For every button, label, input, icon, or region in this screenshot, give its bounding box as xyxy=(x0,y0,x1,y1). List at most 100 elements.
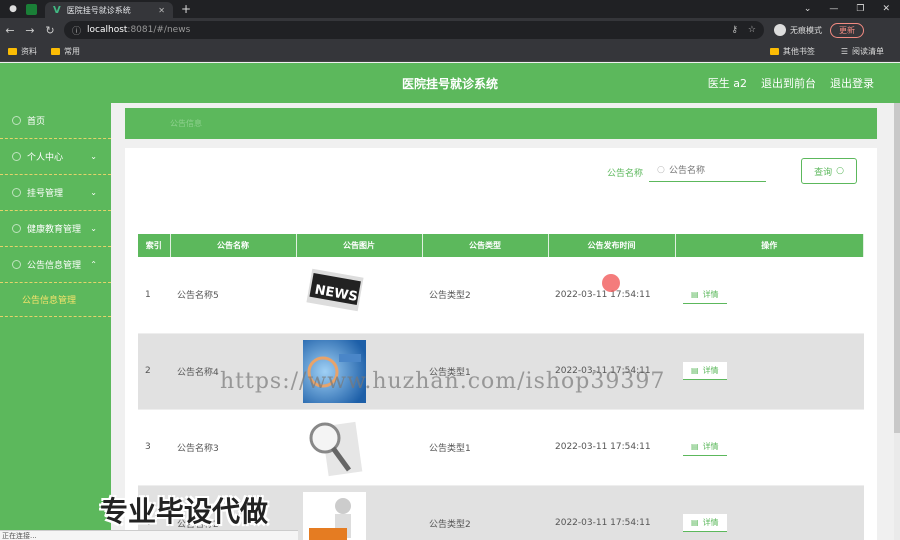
detail-button-label: 详情 xyxy=(702,518,719,527)
bell-icon xyxy=(12,260,21,269)
bookmarks-bar: 资料 常用 其他书签 ☰ 阅读清单 xyxy=(0,42,900,62)
new-tab-icon[interactable]: + xyxy=(181,2,191,16)
profile-label: 无痕模式 xyxy=(790,25,822,35)
bookmark-label: 常用 xyxy=(64,47,80,56)
bookmark-label: 其他书签 xyxy=(782,47,815,56)
table-row: 1 公告名称5 NEWS 公告类型2 2022-03-11 17:54:11 ▤… xyxy=(138,257,864,334)
table-row: 2 公告名称4 公告类型1 2022-03-11 17:54:11 ▤ 详情 xyxy=(138,333,864,410)
cell-type: 公告类型1 xyxy=(422,409,548,486)
incognito-icon xyxy=(774,24,786,36)
cell-image xyxy=(296,333,422,410)
url-field[interactable]: ⓘ localhost :8081/#/news ⚷ ☆ xyxy=(64,21,764,39)
cell-name: 公告名称5 xyxy=(170,257,296,334)
page-scrollbar[interactable] xyxy=(894,103,900,540)
bookmark-folder-changyong[interactable]: 常用 xyxy=(51,46,80,57)
cell-actions: ▤ 详情 xyxy=(675,485,864,540)
breadcrumb: 公告信息 xyxy=(125,108,877,139)
key-icon[interactable]: ⚷ xyxy=(731,25,738,35)
sidebar-item-announcements[interactable]: 公告信息管理 ⌃ xyxy=(0,247,111,283)
search-input[interactable] xyxy=(649,160,766,182)
vue-logo-icon: V xyxy=(53,4,61,16)
cell-type: 公告类型2 xyxy=(422,485,548,540)
cell-name: 公告名称3 xyxy=(170,409,296,486)
cell-name: 公告名称4 xyxy=(170,333,296,410)
logout-link[interactable]: 退出登录 xyxy=(830,75,874,91)
sidebar-item-label: 健康教育管理 xyxy=(27,225,82,235)
news-thumbnail[interactable]: NEWS xyxy=(303,263,366,327)
detail-button-label: 详情 xyxy=(702,442,719,451)
detail-button[interactable]: ▤ 详情 xyxy=(683,362,727,380)
col-header-time: 公告发布时间 xyxy=(548,234,676,257)
forward-icon[interactable]: → xyxy=(20,24,40,37)
tab-search-icon[interactable]: ⌄ xyxy=(804,4,812,14)
sidebar-item-label: 挂号管理 xyxy=(27,189,64,199)
col-header-index: 索引 xyxy=(138,234,171,257)
sidebar-item-home[interactable]: 首页 xyxy=(0,103,111,139)
cell-image: NEWS xyxy=(296,257,422,334)
url-host: localhost xyxy=(87,25,128,35)
close-window-icon[interactable]: ✕ xyxy=(882,4,890,14)
col-header-actions: 操作 xyxy=(675,234,864,257)
col-header-name: 公告名称 xyxy=(170,234,297,257)
breadcrumb-item[interactable]: 公告信息 xyxy=(170,118,202,129)
tab-close-icon[interactable]: ✕ xyxy=(158,6,165,15)
cursor-highlight xyxy=(602,274,620,292)
detail-button[interactable]: ▤ 详情 xyxy=(683,438,727,456)
back-to-front-link[interactable]: 退出到前台 xyxy=(761,75,816,91)
detail-button[interactable]: ▤ 详情 xyxy=(683,285,727,304)
user-icon xyxy=(12,152,21,161)
browser-tab-active[interactable]: V 医院挂号就诊系统 ✕ xyxy=(45,2,173,18)
cell-type: 公告类型2 xyxy=(422,257,548,334)
document-icon: ▤ xyxy=(691,518,699,527)
pinned-tab-icon[interactable] xyxy=(26,3,37,15)
scrollbar-thumb[interactable] xyxy=(894,103,900,433)
book-icon xyxy=(12,224,21,233)
search-label: 公告名称 xyxy=(607,169,644,179)
detail-button-label: 详情 xyxy=(702,289,719,299)
info-icon[interactable]: ⓘ xyxy=(72,24,81,37)
minimize-icon[interactable]: — xyxy=(829,4,838,14)
cell-time: 2022-03-11 17:54:11 xyxy=(548,333,675,410)
status-bar: 正在连接... xyxy=(0,530,298,540)
document-icon: ▤ xyxy=(691,442,699,451)
detail-button[interactable]: ▤ 详情 xyxy=(683,514,727,532)
folder-icon xyxy=(769,48,779,55)
reload-icon[interactable]: ↻ xyxy=(40,24,60,37)
maximize-icon[interactable]: ❐ xyxy=(856,4,864,14)
sidebar-item-label: 个人中心 xyxy=(27,153,64,163)
news-thumbnail[interactable] xyxy=(303,491,366,540)
reading-list-icon: ☰ xyxy=(840,47,848,56)
incognito-profile[interactable]: 无痕模式 xyxy=(774,24,822,36)
cell-actions: ▤ 详情 xyxy=(675,333,864,410)
query-button[interactable]: 查询 ○ xyxy=(801,158,857,184)
chevron-down-icon: ⌄ xyxy=(90,224,97,233)
browser-menu-icon[interactable]: ● xyxy=(6,2,20,16)
cell-index: 2 xyxy=(138,333,170,410)
back-icon[interactable]: ← xyxy=(0,24,20,37)
window-controls: ⌄ — ❐ ✕ xyxy=(804,4,900,14)
chevron-up-icon: ⌃ xyxy=(90,260,97,269)
sidebar-subitem-announcement-management[interactable]: 公告信息管理 xyxy=(0,283,111,317)
col-header-image: 公告图片 xyxy=(296,234,423,257)
sidebar: 首页 个人中心 ⌄ 挂号管理 ⌄ 健康教育管理 ⌄ 公告信息管理 ⌃ 公告信息管… xyxy=(0,103,111,540)
reading-list[interactable]: ☰ 阅读清单 xyxy=(841,46,884,57)
bookmark-folder-ziliao[interactable]: 资料 xyxy=(8,46,37,57)
sidebar-item-profile[interactable]: 个人中心 ⌄ xyxy=(0,139,111,175)
sidebar-item-label: 首页 xyxy=(27,117,46,127)
folder-icon xyxy=(51,48,60,55)
other-bookmarks[interactable]: 其他书签 xyxy=(769,46,815,57)
col-header-type: 公告类型 xyxy=(422,234,549,257)
cell-image xyxy=(296,409,422,486)
browser-tabbar: ● V 医院挂号就诊系统 ✕ + ⌄ — ❐ ✕ xyxy=(0,0,900,18)
news-thumbnail[interactable] xyxy=(303,415,366,479)
url-path: :8081/#/news xyxy=(127,25,191,35)
update-button[interactable]: 更新 xyxy=(830,22,864,38)
sidebar-item-registration[interactable]: 挂号管理 ⌄ xyxy=(0,175,111,211)
sidebar-item-health-education[interactable]: 健康教育管理 ⌄ xyxy=(0,211,111,247)
bookmark-star-icon[interactable]: ☆ xyxy=(748,25,756,35)
current-user: 医生 a2 xyxy=(707,77,747,90)
content-panel: 公告名称 ○ 查询 ○ 索引 公告名称 公告图片 公告类型 公告发布时间 操作 … xyxy=(125,148,877,540)
news-thumbnail[interactable] xyxy=(303,339,366,403)
cell-time: 2022-03-11 17:54:11 xyxy=(548,485,675,540)
bookmark-label: 资料 xyxy=(21,47,37,56)
